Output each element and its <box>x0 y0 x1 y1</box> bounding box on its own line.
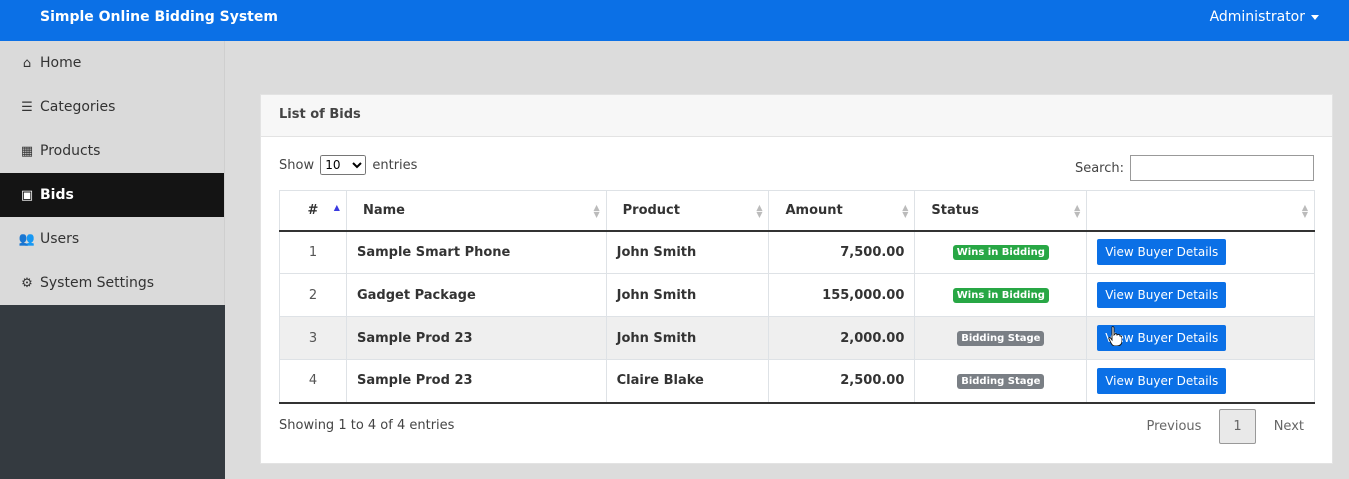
row-name: Sample Smart Phone <box>345 230 607 274</box>
column-header-action[interactable]: ▲ ▼ <box>1086 190 1315 232</box>
user-menu-dropdown[interactable]: Administrator <box>1210 9 1319 25</box>
table-row: 3 Sample Prod 23 John Smith 2,000.00 Bidding… <box>279 316 1315 360</box>
sidebar-item-users[interactable]: 👥 Users <box>0 217 224 261</box>
table-row: 4 Sample Prod 23 Claire Blake 2,500.00 Biddi… <box>279 359 1315 404</box>
row-amount: 2,000.00 <box>768 316 916 360</box>
page-length-select[interactable]: 10 <box>320 155 367 175</box>
search-input[interactable] <box>1130 155 1314 181</box>
cogs-icon: ⚙ <box>21 275 33 291</box>
table-body: 1 Sample Smart Phone John Smith 7,500.00 Win… <box>279 230 1315 404</box>
sidebar-item-label: Users <box>40 231 80 247</box>
column-header-status[interactable]: Status ▲ ▼ <box>914 190 1088 232</box>
row-name: Sample Prod 23 <box>345 316 607 360</box>
column-header-product[interactable]: Product ▲ ▼ <box>605 190 770 232</box>
row-status-cell: Bidding Stage <box>914 316 1088 360</box>
view-buyer-details-button[interactable]: View Buyer Details <box>1097 239 1227 266</box>
caret-down-icon <box>1311 14 1319 20</box>
status-badge: Wins in Bidding <box>952 288 1049 303</box>
row-number: 1 <box>279 230 347 274</box>
row-status-cell: Wins in Bidding <box>914 273 1088 317</box>
row-product: Claire Blake <box>605 359 770 404</box>
sidebar-item-label: System Settings <box>40 275 155 291</box>
sidebar-item-label: Home <box>40 55 82 71</box>
user-name: Administrator <box>1209 9 1305 25</box>
column-header-label: Name <box>362 202 405 218</box>
view-buyer-details-button[interactable]: View Buyer Details <box>1097 367 1227 394</box>
app-title: Simple Online Bidding System <box>40 9 278 25</box>
bids-table: # ▲ Name ▲ ▼ Product ▲ ▼ Amount ▲ ▼ Status ▲ ▼ ▲ ▼ 1 Sam… <box>279 190 1315 404</box>
column-header-label: Amount <box>785 202 843 218</box>
sidebar-nav: ⌂ Home ☰ Categories ▦ Products ▣ Bids 👥 Users ⚙ Sys… <box>0 41 225 305</box>
page-1-button[interactable]: 1 <box>1219 409 1256 444</box>
sort-icon: ▲ ▼ <box>1301 203 1308 219</box>
table-row: 2 Gadget Package John Smith 155,000.00 Wins … <box>279 273 1315 317</box>
row-action-cell: View Buyer Details <box>1086 273 1315 317</box>
sidebar: ⌂ Home ☰ Categories ▦ Products ▣ Bids 👥 Users ⚙ Sys… <box>0 41 225 479</box>
page-length-control: Show 10 entries <box>279 155 417 175</box>
sidebar-item-categories[interactable]: ☰ Categories <box>0 85 224 129</box>
column-header-name[interactable]: Name ▲ ▼ <box>345 190 607 232</box>
row-product: John Smith <box>605 273 770 317</box>
column-header-amount[interactable]: Amount ▲ ▼ <box>768 190 916 232</box>
table-icon: ▦ <box>20 143 34 159</box>
sort-icon: ▲ <box>333 203 340 212</box>
row-amount: 2,500.00 <box>768 359 916 404</box>
row-action-cell: View Buyer Details <box>1086 359 1315 404</box>
row-name: Sample Prod 23 <box>345 359 607 404</box>
sort-icon: ▲ ▼ <box>756 203 763 219</box>
table-info: Showing 1 to 4 of 4 entries <box>279 418 455 433</box>
search-label: Search: <box>1074 160 1124 176</box>
column-header-label: # <box>307 202 319 218</box>
previous-page-button[interactable]: Previous <box>1136 411 1211 442</box>
table-row: 1 Sample Smart Phone John Smith 7,500.00 Win… <box>279 230 1315 274</box>
money-icon: ▣ <box>20 187 34 203</box>
home-icon: ⌂ <box>22 55 32 71</box>
row-status-cell: Wins in Bidding <box>914 230 1088 274</box>
status-badge: Wins in Bidding <box>952 245 1049 261</box>
column-header-label: Status <box>931 202 979 218</box>
sidebar-item-home[interactable]: ⌂ Home <box>0 41 224 85</box>
users-icon: 👥 <box>18 231 36 247</box>
card-title: List of Bids <box>261 95 1332 137</box>
row-product: John Smith <box>605 230 770 274</box>
next-page-button[interactable]: Next <box>1264 411 1314 442</box>
row-product: John Smith <box>605 316 770 360</box>
row-name: Gadget Package <box>345 273 607 317</box>
pagination: Previous 1 Next <box>1136 409 1314 444</box>
show-label: Show <box>279 158 315 173</box>
entries-label: entries <box>372 158 418 173</box>
row-amount: 155,000.00 <box>768 273 916 317</box>
column-header-number[interactable]: # ▲ <box>279 190 347 232</box>
sort-icon: ▲ ▼ <box>1074 203 1081 219</box>
status-badge: Bidding Stage <box>957 331 1045 346</box>
sidebar-item-products[interactable]: ▦ Products <box>0 129 224 173</box>
sort-icon: ▲ ▼ <box>902 203 909 219</box>
sidebar-item-label: Products <box>40 143 101 159</box>
column-header-label: Product <box>622 202 680 218</box>
row-number: 4 <box>279 359 347 404</box>
sidebar-item-system-settings[interactable]: ⚙ System Settings <box>0 261 224 305</box>
sidebar-item-label: Categories <box>40 99 116 115</box>
sidebar-item-bids[interactable]: ▣ Bids <box>0 173 224 217</box>
hand-cursor-icon <box>1108 326 1122 346</box>
bids-card: List of Bids Show 10 entries Search: # ▲ N… <box>260 94 1333 464</box>
row-status-cell: Bidding Stage <box>914 359 1088 404</box>
search-control: Search: <box>1075 155 1314 181</box>
sort-icon: ▲ ▼ <box>593 203 600 219</box>
list-icon: ☰ <box>21 99 33 115</box>
row-number: 2 <box>279 273 347 317</box>
row-amount: 7,500.00 <box>768 230 916 274</box>
view-buyer-details-button[interactable]: View Buyer Details <box>1097 282 1227 308</box>
table-header-row: # ▲ Name ▲ ▼ Product ▲ ▼ Amount ▲ ▼ Status ▲ ▼ ▲ ▼ <box>279 190 1315 232</box>
status-badge: Bidding Stage <box>957 373 1045 389</box>
top-navbar: Simple Online Bidding System Administrat… <box>0 0 1349 41</box>
sidebar-item-label: Bids <box>40 187 74 203</box>
row-number: 3 <box>279 316 347 360</box>
row-action-cell: View Buyer Details <box>1086 230 1315 274</box>
